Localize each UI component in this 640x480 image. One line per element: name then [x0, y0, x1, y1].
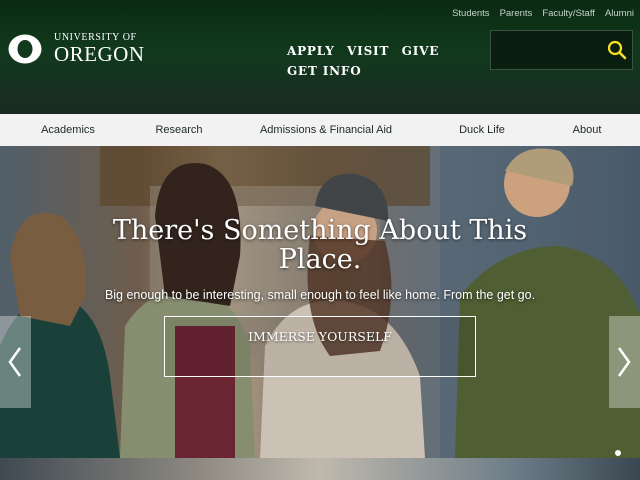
oregon-o-icon	[8, 34, 42, 64]
hero-title: There's Something About This Place.	[112, 215, 528, 275]
carousel-prev-button[interactable]	[0, 316, 31, 408]
next-section-image	[0, 458, 640, 480]
hero-carousel: There's Something About This Place. Big …	[0, 146, 640, 458]
chevron-left-icon	[8, 347, 22, 377]
carousel-next-button[interactable]	[609, 316, 640, 408]
site-header: Students Parents Faculty/Staff Alumni UN…	[0, 0, 640, 114]
chevron-right-icon	[617, 347, 631, 377]
nav-duck-life[interactable]: Duck Life	[430, 114, 534, 146]
utility-nav: Students Parents Faculty/Staff Alumni	[452, 8, 634, 19]
nav-admissions-financial-aid[interactable]: Admissions & Financial Aid	[222, 114, 430, 146]
secondary-nav: Academics Research Admissions & Financia…	[0, 114, 640, 146]
hero-photo	[0, 146, 640, 458]
utility-link-alumni[interactable]: Alumni	[605, 8, 634, 19]
immerse-yourself-button[interactable]: IMMERSE YOURSELF	[164, 316, 476, 377]
nav-research[interactable]: Research	[136, 114, 222, 146]
search-input[interactable]	[497, 41, 601, 61]
carousel-dot[interactable]	[615, 450, 621, 456]
wordmark-line2: OREGON	[54, 42, 145, 66]
wordmark: UNIVERSITY OF OREGON	[54, 33, 145, 65]
nav-give[interactable]: GIVE	[402, 41, 440, 61]
utility-link-faculty-staff[interactable]: Faculty/Staff	[542, 8, 595, 19]
primary-nav: APPLY VISIT GIVE GET INFO	[287, 41, 467, 81]
search-icon[interactable]	[607, 40, 627, 60]
nav-apply[interactable]: APPLY	[287, 41, 335, 61]
nav-get-info[interactable]: GET INFO	[287, 61, 361, 81]
nav-visit[interactable]: VISIT	[347, 41, 389, 61]
nav-about[interactable]: About	[534, 114, 640, 146]
nav-academics[interactable]: Academics	[0, 114, 136, 146]
search-box	[490, 30, 633, 70]
university-logo[interactable]: UNIVERSITY OF OREGON	[8, 33, 145, 65]
utility-link-parents[interactable]: Parents	[500, 8, 533, 19]
utility-link-students[interactable]: Students	[452, 8, 490, 19]
hero-subtitle: Big enough to be interesting, small enou…	[104, 288, 536, 302]
